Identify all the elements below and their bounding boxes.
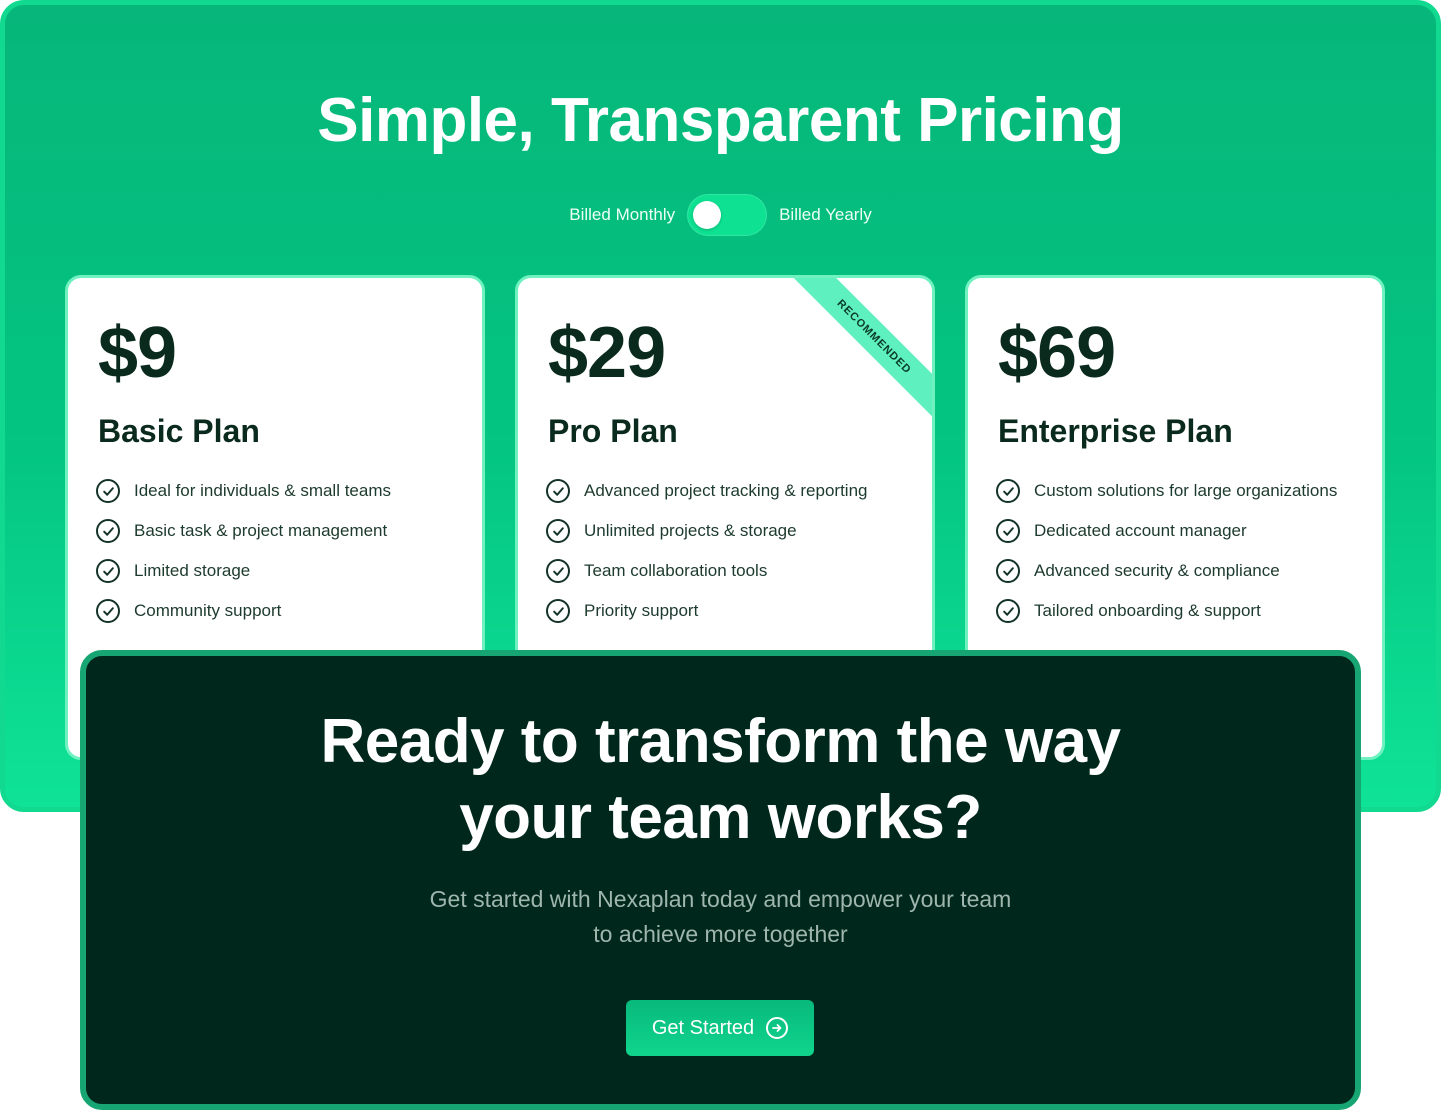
feature-item: Tailored onboarding & support — [996, 591, 1337, 631]
check-circle-icon — [996, 519, 1020, 543]
plan-price: $69 — [998, 313, 1116, 393]
check-circle-icon — [96, 479, 120, 503]
cta-subtitle-line-2: to achieve more together — [593, 921, 848, 947]
cta-subtitle-line-1: Get started with Nexaplan today and empo… — [429, 886, 1012, 912]
feature-text: Custom solutions for large organizations — [1034, 481, 1338, 500]
check-circle-icon — [546, 559, 570, 583]
cta-title-line-2: your team works? — [459, 783, 982, 852]
feature-text: Dedicated account manager — [1034, 521, 1247, 540]
cta-title-line-1: Ready to transform the way — [320, 707, 1121, 776]
check-circle-icon — [996, 559, 1020, 583]
check-circle-icon — [96, 599, 120, 623]
feature-item: Custom solutions for large organizations — [996, 471, 1337, 511]
feature-text: Basic task & project management — [134, 521, 388, 540]
feature-list: Advanced project tracking & reporting Un… — [546, 471, 868, 631]
pricing-title: Simple, Transparent Pricing — [317, 86, 1124, 155]
feature-item: Ideal for individuals & small teams — [96, 471, 391, 511]
recommended-ribbon: RECOMMENDED — [785, 278, 932, 426]
plan-price: $29 — [548, 313, 666, 393]
feature-text: Limited storage — [134, 561, 251, 580]
feature-list: Custom solutions for large organizations… — [996, 471, 1337, 631]
feature-text: Advanced project tracking & reporting — [584, 481, 868, 500]
check-circle-icon — [96, 519, 120, 543]
feature-list: Ideal for individuals & small teams Basi… — [96, 471, 391, 631]
feature-item: Advanced project tracking & reporting — [546, 471, 868, 511]
get-started-button[interactable]: Get Started — [626, 1000, 814, 1056]
plan-name: Pro Plan — [548, 413, 678, 449]
feature-text: Community support — [134, 601, 282, 620]
feature-item: Community support — [96, 591, 391, 631]
billing-toggle-row: Billed Monthly Billed Yearly — [5, 192, 1436, 238]
feature-text: Priority support — [584, 601, 699, 620]
get-started-label: Get Started — [651, 1016, 755, 1039]
feature-text: Unlimited projects & storage — [584, 521, 797, 540]
feature-item: Basic task & project management — [96, 511, 391, 551]
check-circle-icon — [546, 599, 570, 623]
feature-item: Priority support — [546, 591, 868, 631]
feature-text: Advanced security & compliance — [1034, 561, 1280, 580]
feature-item: Dedicated account manager — [996, 511, 1337, 551]
check-circle-icon — [96, 559, 120, 583]
feature-text: Team collaboration tools — [584, 561, 768, 580]
billing-monthly-label[interactable]: Billed Monthly — [569, 205, 675, 225]
check-circle-icon — [546, 519, 570, 543]
check-circle-icon — [996, 479, 1020, 503]
plan-price: $9 — [98, 313, 177, 393]
billing-toggle[interactable] — [687, 194, 768, 236]
cta-subtitle: Get started with Nexaplan today and empo… — [386, 882, 1055, 952]
plan-name: Enterprise Plan — [998, 413, 1233, 449]
check-circle-icon — [546, 479, 570, 503]
feature-text: Tailored onboarding & support — [1034, 601, 1261, 620]
cta-title: Ready to transform the way your team wor… — [86, 704, 1355, 856]
feature-text: Ideal for individuals & small teams — [134, 481, 392, 500]
billing-toggle-knob[interactable] — [693, 201, 722, 229]
feature-item: Limited storage — [96, 551, 391, 591]
cta-section: Ready to transform the way your team wor… — [80, 650, 1361, 1110]
check-circle-icon — [996, 599, 1020, 623]
feature-item: Advanced security & compliance — [996, 551, 1337, 591]
arrow-right-circle-icon — [766, 1017, 789, 1039]
billing-yearly-label[interactable]: Billed Yearly — [779, 205, 872, 225]
plan-name: Basic Plan — [98, 413, 260, 449]
feature-item: Unlimited projects & storage — [546, 511, 868, 551]
feature-item: Team collaboration tools — [546, 551, 868, 591]
